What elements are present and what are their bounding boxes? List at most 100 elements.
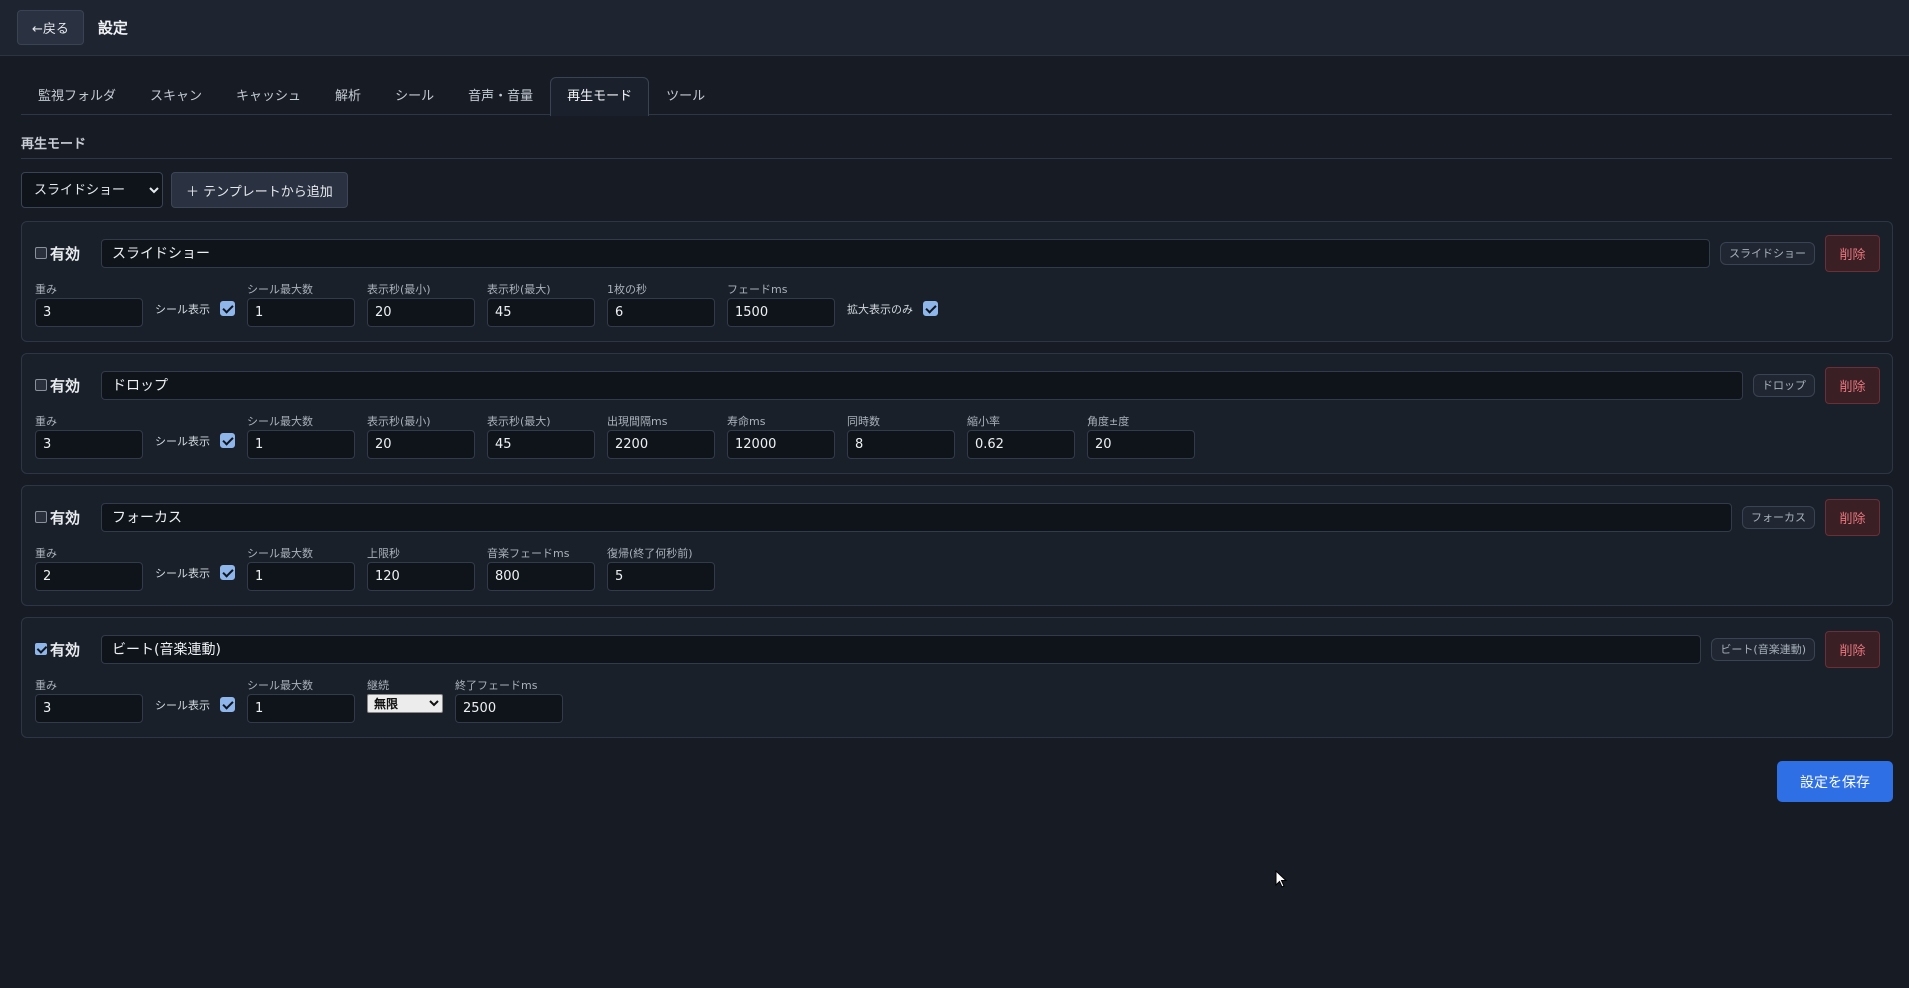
number-input[interactable] — [247, 430, 355, 459]
delete-mode-button[interactable]: 削除 — [1825, 498, 1880, 536]
number-field: 出現間隔ms — [607, 415, 715, 459]
enabled-checkbox[interactable] — [35, 643, 47, 655]
number-input[interactable] — [607, 430, 715, 459]
mode-type-badge: スライドショー — [1720, 241, 1815, 265]
number-field: 表示秒(最大) — [487, 283, 595, 327]
field-label: 上限秒 — [367, 547, 400, 560]
enabled-toggle[interactable]: 有効 — [35, 639, 93, 660]
tab-tools[interactable]: ツール — [649, 77, 722, 115]
mode-fields: 重み シール表示 シール最大数 上限秒 音楽フェードms 復帰(終了何秒前) — [35, 547, 715, 591]
enabled-checkbox[interactable] — [35, 379, 47, 391]
number-input[interactable] — [1087, 430, 1195, 459]
number-input[interactable] — [35, 694, 143, 723]
mode-fields: 重み シール表示 シール最大数 表示秒(最小) 表示秒(最大) 1枚の秒 フェードms 拡… — [35, 283, 938, 327]
number-input[interactable] — [727, 298, 835, 327]
checkbox-label: シール表示 — [155, 434, 210, 448]
checkbox-row[interactable]: シール表示 — [155, 426, 235, 455]
tab-watch-folder[interactable]: 監視フォルダ — [21, 77, 133, 115]
checkbox-row[interactable]: シール表示 — [155, 294, 235, 323]
checkbox-label: 拡大表示のみ — [847, 302, 913, 316]
enabled-toggle[interactable]: 有効 — [35, 507, 93, 528]
enabled-checkbox[interactable] — [35, 247, 47, 259]
number-input[interactable] — [35, 430, 143, 459]
field-label: 表示秒(最大) — [487, 283, 551, 296]
page-title: 設定 — [97, 19, 128, 37]
tab-cache[interactable]: キャッシュ — [219, 77, 318, 115]
option-checkbox[interactable] — [220, 433, 235, 448]
field-label: 同時数 — [847, 415, 880, 428]
checkbox-row[interactable]: シール表示 — [155, 690, 235, 719]
number-input[interactable] — [247, 298, 355, 327]
number-input[interactable] — [247, 694, 355, 723]
delete-mode-button[interactable]: 削除 — [1825, 234, 1880, 272]
number-input[interactable] — [487, 298, 595, 327]
option-checkbox[interactable] — [220, 301, 235, 316]
number-input[interactable] — [247, 562, 355, 591]
number-input[interactable] — [607, 562, 715, 591]
option-checkbox[interactable] — [923, 301, 938, 316]
tab-analysis[interactable]: 解析 — [318, 77, 378, 115]
tab-scan[interactable]: スキャン — [133, 77, 219, 115]
field-label: 表示秒(最小) — [367, 415, 431, 428]
back-button[interactable]: ←戻る — [17, 10, 84, 45]
continuation-select[interactable]: 無限 — [367, 694, 443, 713]
number-field: 終了フェードms — [455, 679, 563, 723]
mode-type-select[interactable]: スライドショー — [21, 172, 163, 208]
number-field: 表示秒(最大) — [487, 415, 595, 459]
option-checkbox[interactable] — [220, 697, 235, 712]
checkbox-row[interactable]: シール表示 — [155, 558, 235, 587]
number-input[interactable] — [487, 430, 595, 459]
field-label: 寿命ms — [727, 415, 766, 428]
number-input[interactable] — [727, 430, 835, 459]
delete-mode-button[interactable]: 削除 — [1825, 630, 1880, 668]
number-input[interactable] — [455, 694, 563, 723]
number-input[interactable] — [367, 562, 475, 591]
number-input[interactable] — [967, 430, 1075, 459]
field-label: 継続 — [367, 679, 389, 692]
mode-card-header: 有効 フォーカス削除 — [35, 498, 1880, 536]
mode-card: 有効 スライドショー削除重み シール表示 シール最大数 表示秒(最小) 表示秒(最大) 1… — [21, 221, 1893, 342]
field-label: 角度±度 — [1087, 415, 1130, 428]
number-field: シール最大数 — [247, 679, 355, 723]
mode-name-input[interactable] — [101, 634, 1702, 664]
checkbox-row[interactable]: 拡大表示のみ — [847, 294, 938, 323]
mode-name-input[interactable] — [101, 238, 1710, 268]
number-field: 重み — [35, 547, 143, 591]
number-field: 音楽フェードms — [487, 547, 595, 591]
number-field: 重み — [35, 283, 143, 327]
delete-mode-button[interactable]: 削除 — [1825, 366, 1880, 404]
number-input[interactable] — [607, 298, 715, 327]
save-settings-button[interactable]: 設定を保存 — [1777, 761, 1893, 802]
number-input[interactable] — [35, 298, 143, 327]
tab-seal[interactable]: シール — [378, 77, 451, 115]
enabled-toggle[interactable]: 有効 — [35, 375, 93, 396]
mode-type-badge: フォーカス — [1742, 505, 1815, 529]
enabled-toggle[interactable]: 有効 — [35, 243, 93, 264]
tab-audio-volume[interactable]: 音声・音量 — [451, 77, 550, 115]
checkbox-field: シール表示 — [155, 411, 235, 459]
enabled-label: 有効 — [50, 640, 81, 659]
mode-type-badge: ビート(音楽連動) — [1711, 637, 1815, 661]
number-input[interactable] — [367, 430, 475, 459]
tab-playback-mode[interactable]: 再生モード — [550, 77, 650, 116]
number-input[interactable] — [35, 562, 143, 591]
mode-name-input[interactable] — [101, 370, 1743, 400]
spacer — [155, 279, 235, 294]
number-field: 角度±度 — [1087, 415, 1195, 459]
option-checkbox[interactable] — [220, 565, 235, 580]
field-label: 1枚の秒 — [607, 283, 647, 296]
mode-name-input[interactable] — [101, 502, 1732, 532]
mode-card-header: 有効 ビート(音楽連動) 削除 — [35, 630, 1880, 668]
enabled-checkbox[interactable] — [35, 511, 47, 523]
number-field: 表示秒(最小) — [367, 415, 475, 459]
number-input[interactable] — [847, 430, 955, 459]
add-from-template-button[interactable]: ＋ テンプレートから追加 — [171, 172, 348, 208]
spacer — [847, 279, 938, 294]
mode-card: 有効 ドロップ削除重み シール表示 シール最大数 表示秒(最小) 表示秒(最大) 出現間隔… — [21, 353, 1893, 474]
number-input[interactable] — [487, 562, 595, 591]
spacer — [155, 543, 235, 558]
number-input[interactable] — [367, 298, 475, 327]
mode-toolbar: スライドショー ＋ テンプレートから追加 — [21, 172, 348, 208]
settings-tabs: 監視フォルダ スキャン キャッシュ 解析 シール 音声・音量 再生モード ツール — [21, 77, 1892, 116]
checkbox-label: シール表示 — [155, 566, 210, 580]
